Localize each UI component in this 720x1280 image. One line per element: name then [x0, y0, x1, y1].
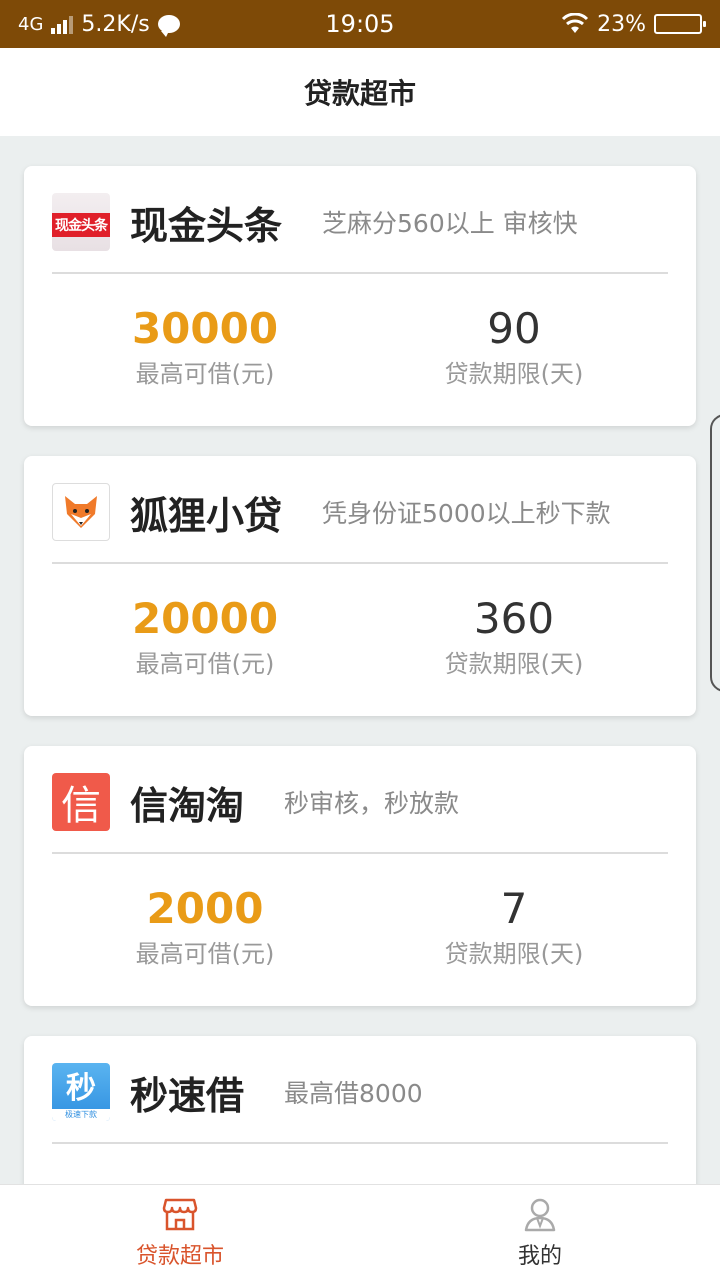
max-amount: 2000 最高可借(元) — [85, 886, 325, 969]
divider — [52, 562, 668, 564]
logo-text: 现金头条 — [52, 213, 110, 237]
product-name: 信淘淘 — [130, 783, 245, 828]
product-name: 现金头条 — [130, 203, 283, 248]
edge-drag-handle[interactable] — [710, 414, 720, 692]
product-list[interactable]: 现金头条 现金头条 芝麻分560以上 审核快 30000 最高可借(元) 90 … — [0, 136, 720, 1184]
network-type: 4G — [18, 13, 44, 35]
page-title-bar: 贷款超市 — [0, 48, 720, 136]
logo-subtext: 极速下款 — [52, 1109, 110, 1121]
tab-loan-market[interactable]: 贷款超市 — [0, 1185, 360, 1280]
battery-percent: 23% — [597, 11, 646, 37]
status-right: 23% — [561, 11, 706, 37]
product-tagline: 秒审核，秒放款 — [284, 789, 460, 818]
status-left: 4G 5.2K/s — [18, 12, 180, 37]
divider — [52, 1142, 668, 1144]
amount-label: 最高可借(元) — [135, 650, 275, 678]
miaosujie-logo: 秒 极速下款 — [52, 1063, 110, 1121]
product-card-miaosujie[interactable]: 秒 极速下款 秒速借 最高借8000 — [24, 1036, 696, 1184]
amount-label: 最高可借(元) — [135, 360, 275, 388]
term-value: 7 — [500, 884, 528, 933]
amount-value: 2000 — [146, 884, 264, 933]
person-icon — [524, 1198, 556, 1231]
divider — [52, 272, 668, 274]
network-speed: 5.2K/s — [81, 11, 150, 37]
term-label: 贷款期限(天) — [444, 360, 584, 388]
product-name: 秒速借 — [130, 1073, 245, 1118]
product-card-xintaotao[interactable]: 信 信淘淘 秒审核，秒放款 2000 最高可借(元) 7 贷款期限(天) — [24, 746, 696, 1006]
card-header: 信 信淘淘 秒审核，秒放款 — [52, 772, 668, 832]
product-card-xianjintoutiao[interactable]: 现金头条 现金头条 芝麻分560以上 审核快 30000 最高可借(元) 90 … — [24, 166, 696, 426]
tab-label: 贷款超市 — [135, 1243, 224, 1269]
page-title: 贷款超市 — [303, 77, 416, 110]
xianjintoutiao-logo: 现金头条 — [52, 193, 110, 251]
logo-text: 秒 — [66, 1071, 96, 1106]
product-tagline: 凭身份证5000以上秒下款 — [322, 499, 611, 528]
tab-mine[interactable]: 我的 — [360, 1185, 720, 1280]
amount-label: 最高可借(元) — [135, 940, 275, 968]
battery-icon — [654, 14, 706, 34]
term-label: 贷款期限(天) — [444, 650, 584, 678]
product-tagline: 最高借8000 — [284, 1079, 423, 1108]
card-header: 狐狸小贷 凭身份证5000以上秒下款 — [52, 482, 668, 542]
card-header: 现金头条 现金头条 芝麻分560以上 审核快 — [52, 192, 668, 252]
wifi-icon — [561, 13, 589, 35]
card-header: 秒 极速下款 秒速借 最高借8000 — [52, 1062, 668, 1122]
product-name: 狐狸小贷 — [130, 493, 283, 538]
amount-value: 20000 — [131, 594, 279, 643]
fox-logo-icon — [52, 483, 110, 541]
product-tagline: 芝麻分560以上 审核快 — [322, 209, 578, 238]
store-icon — [162, 1198, 198, 1230]
term-value: 360 — [473, 594, 555, 643]
loan-term: 7 贷款期限(天) — [394, 886, 634, 969]
tab-label: 我的 — [517, 1243, 562, 1269]
logo-text: 信 — [61, 783, 101, 829]
max-amount: 30000 最高可借(元) — [85, 306, 325, 389]
status-bar: 4G 5.2K/s 19:05 23% — [0, 0, 720, 48]
xintaotao-logo: 信 — [52, 773, 110, 831]
loan-term: 360 贷款期限(天) — [394, 596, 634, 679]
max-amount: 20000 最高可借(元) — [85, 596, 325, 679]
divider — [52, 852, 668, 854]
amount-value: 30000 — [131, 304, 279, 353]
chat-icon — [157, 15, 180, 37]
bottom-tab-bar: 贷款超市 我的 — [0, 1184, 720, 1280]
loan-term: 90 贷款期限(天) — [394, 306, 634, 389]
signal-icon — [51, 14, 74, 34]
term-value: 90 — [487, 304, 541, 353]
product-card-hulixiaodai[interactable]: 狐狸小贷 凭身份证5000以上秒下款 20000 最高可借(元) 360 贷款期… — [24, 456, 696, 716]
term-label: 贷款期限(天) — [444, 940, 584, 968]
